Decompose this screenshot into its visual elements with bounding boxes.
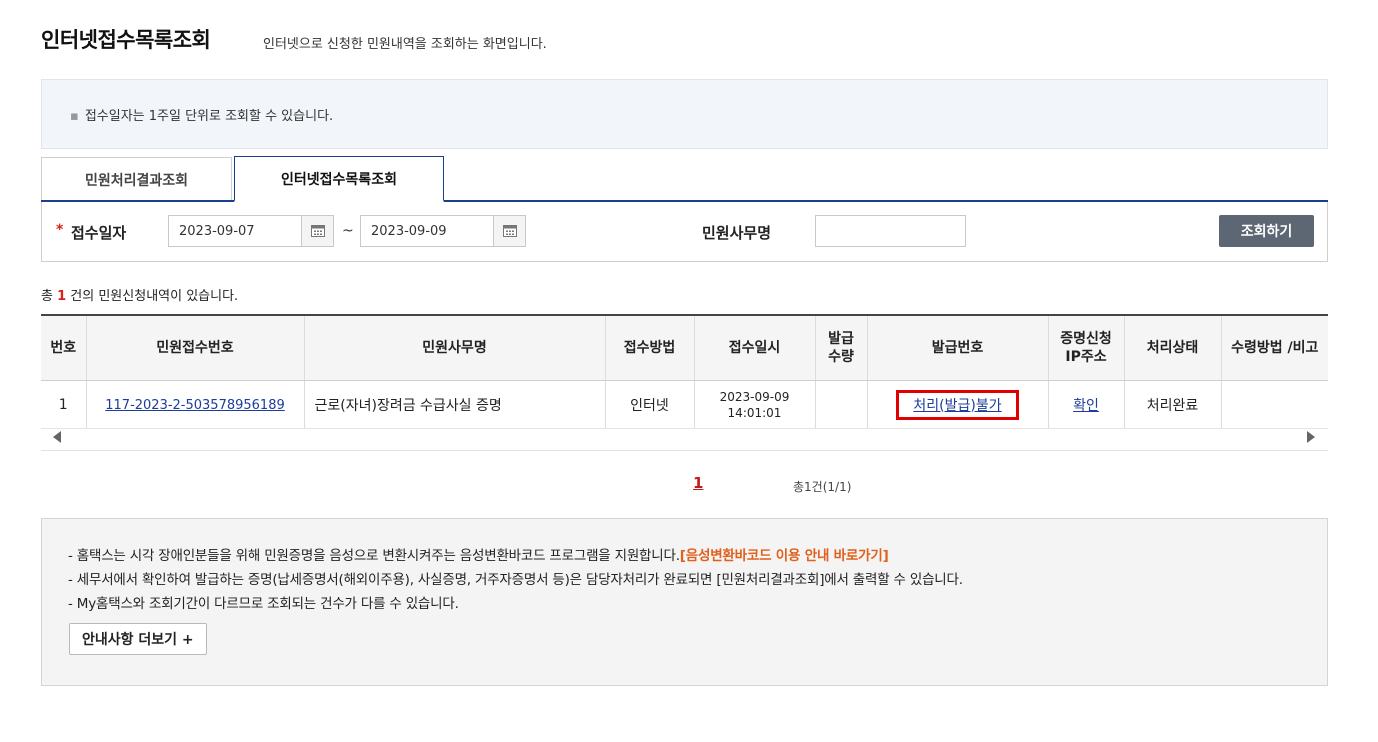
page-link-current[interactable]: 1 — [693, 474, 703, 492]
cell-date: 2023-09-09 14:01:01 — [694, 380, 816, 429]
header-status: 처리상태 — [1124, 314, 1222, 381]
office-name-input[interactable] — [815, 215, 966, 247]
tab-civil-result[interactable]: 민원처리결과조회 — [41, 157, 232, 201]
cell-no: 1 — [41, 380, 87, 429]
info-text-1: - 홈택스는 시각 장애인분들을 위해 민원증명을 음성으로 변환시켜주는 음성… — [68, 548, 680, 564]
scroll-right-icon[interactable] — [1307, 431, 1315, 443]
calendar-to-button[interactable] — [494, 215, 526, 247]
cell-receipt-no: 117-2023-2-503578956189 — [86, 380, 305, 429]
header-qty: 발급 수량 — [815, 314, 868, 381]
receipt-time: 14:01:01 — [727, 405, 782, 420]
receipt-table: 번호 민원접수번호 민원사무명 접수방법 접수일시 발급 수량 발급번호 증명신… — [41, 314, 1328, 429]
header-date: 접수일시 — [694, 314, 816, 381]
notice-box: ▪ 접수일자는 1주일 단위로 조회할 수 있습니다. — [41, 79, 1328, 149]
cell-status: 처리완료 — [1124, 380, 1222, 429]
calendar-from-button[interactable] — [302, 215, 334, 247]
calendar-icon — [502, 225, 517, 237]
result-count: 총 1 건의 민원신청내역이 있습니다. — [41, 285, 238, 304]
count-suffix: 건의 민원신청내역이 있습니다. — [70, 289, 239, 304]
header-no: 번호 — [41, 314, 87, 381]
ip-confirm-link[interactable]: 확인 — [1073, 398, 1099, 414]
header-method: 접수방법 — [605, 314, 695, 381]
info-line-3: - My홈택스와 조회기간이 다르므로 조회되는 건수가 다를 수 있습니다. — [68, 596, 459, 612]
cell-qty — [815, 380, 868, 429]
date-from-input[interactable] — [168, 215, 302, 247]
receipt-date: 2023-09-09 — [719, 389, 790, 404]
required-mark: * — [56, 222, 64, 238]
more-info-button[interactable]: 안내사항 더보기 + — [69, 623, 207, 655]
voice-barcode-link[interactable]: [음성변환바코드 이용 안내 바로가기] — [680, 548, 889, 564]
header-office: 민원사무명 — [304, 314, 606, 381]
search-button[interactable]: 조회하기 — [1219, 215, 1314, 247]
cell-issue-no: 처리(발급)불가 — [867, 380, 1049, 429]
count-prefix: 총 — [41, 289, 53, 304]
date-label: 접수일자 — [71, 224, 127, 242]
calendar-icon — [310, 225, 325, 237]
highlight-box: 처리(발급)불가 — [896, 389, 1019, 420]
info-box: - 홈택스는 시각 장애인분들을 위해 민원증명을 음성으로 변환시켜주는 음성… — [41, 518, 1328, 686]
cell-note — [1221, 380, 1328, 429]
issue-status-link[interactable]: 처리(발급)불가 — [913, 398, 1001, 414]
bullet-icon: ▪ — [70, 109, 79, 124]
cell-office: 근로(자녀)장려금 수급사실 증명 — [304, 380, 606, 429]
horizontal-scrollbar[interactable] — [41, 425, 1328, 451]
cell-ip: 확인 — [1048, 380, 1125, 429]
table-header-row: 번호 민원접수번호 민원사무명 접수방법 접수일시 발급 수량 발급번호 증명신… — [41, 314, 1328, 381]
scroll-left-icon[interactable] — [53, 431, 61, 443]
date-separator: ~ — [342, 223, 354, 239]
page-total: 총1건(1/1) — [793, 480, 852, 494]
info-line-1: - 홈택스는 시각 장애인분들을 위해 민원증명을 음성으로 변환시켜주는 음성… — [68, 544, 889, 564]
date-to-input[interactable] — [360, 215, 494, 247]
office-label: 민원사무명 — [702, 224, 772, 242]
info-line-2: - 세무서에서 확인하여 발급하는 증명(납세증명서(해외이주용), 사실증명,… — [68, 572, 963, 588]
header-issue-no: 발급번호 — [867, 314, 1049, 381]
tab-internet-receipt-list[interactable]: 인터넷접수목록조회 — [234, 156, 444, 202]
table-row: 1 117-2023-2-503578956189 근로(자녀)장려금 수급사실… — [41, 380, 1328, 429]
header-ip: 증명신청 IP주소 — [1048, 314, 1125, 381]
notice-text: 접수일자는 1주일 단위로 조회할 수 있습니다. — [84, 109, 334, 124]
search-panel: * 접수일자 ~ 민원사무명 조회하기 — [41, 202, 1328, 262]
notice-line: ▪ 접수일자는 1주일 단위로 조회할 수 있습니다. — [70, 105, 333, 124]
page-title: 인터넷접수목록조회 — [41, 28, 211, 52]
page-subtitle: 인터넷으로 신청한 민원내역을 조회하는 화면입니다. — [263, 37, 547, 52]
receipt-no-link[interactable]: 117-2023-2-503578956189 — [105, 398, 285, 413]
cell-method: 인터넷 — [605, 380, 695, 429]
count-value: 1 — [57, 289, 67, 304]
header-note: 수령방법 /비고 — [1221, 314, 1328, 381]
header-receipt-no: 민원접수번호 — [86, 314, 305, 381]
